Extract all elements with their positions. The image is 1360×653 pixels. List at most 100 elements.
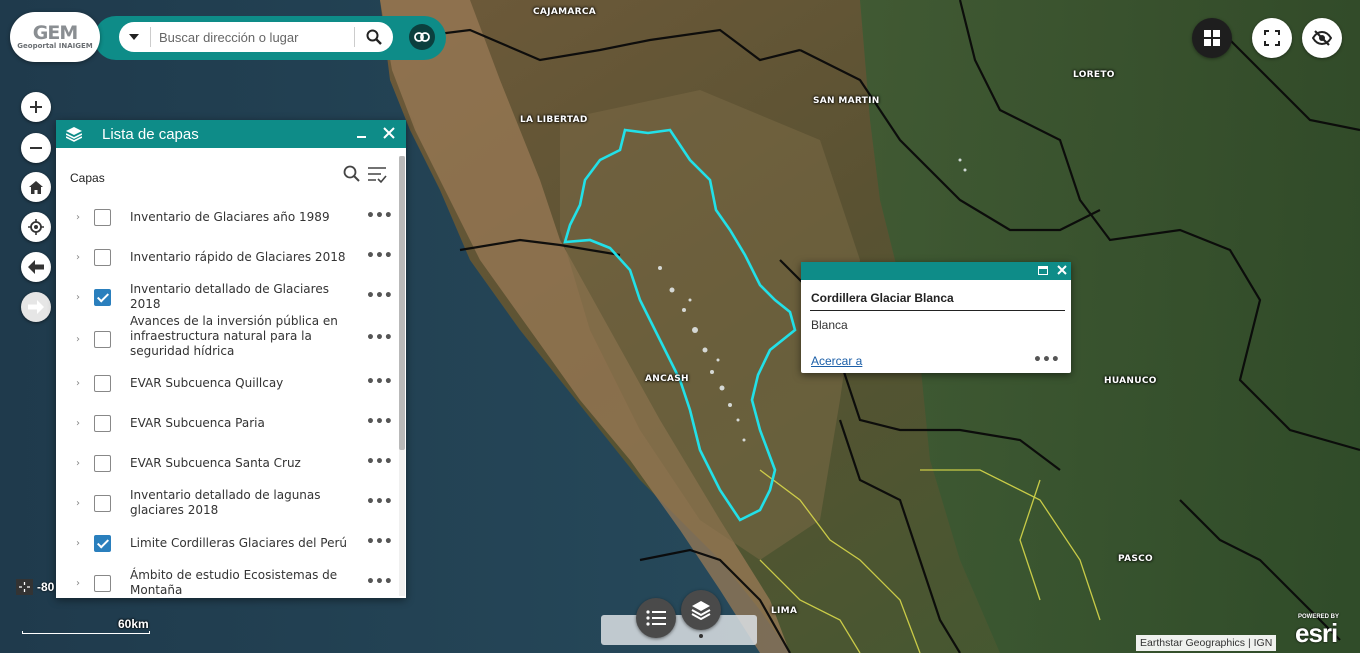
esri-logo[interactable]: POWERED BY esri xyxy=(1293,614,1355,650)
layer-name: Ámbito de estudio Ecosistemas de Montaña xyxy=(130,568,338,597)
chevron-right-icon[interactable]: › xyxy=(76,418,80,429)
layer-name: Inventario detallado de Glaciares 2018 xyxy=(130,282,329,311)
layer-visibility-checkbox[interactable] xyxy=(94,375,111,392)
previous-extent-button[interactable] xyxy=(21,252,51,282)
layer-options-button[interactable]: ••• xyxy=(366,248,393,264)
minimize-button[interactable] xyxy=(354,123,370,143)
layers-icon xyxy=(66,127,82,142)
zoom-out-button[interactable] xyxy=(21,133,51,163)
layer-visibility-checkbox[interactable] xyxy=(94,209,111,226)
layer-visibility-checkbox[interactable] xyxy=(94,331,111,348)
layer-visibility-checkbox[interactable] xyxy=(94,535,111,552)
scale-bar-line xyxy=(22,631,150,634)
chevron-right-icon[interactable]: › xyxy=(76,578,80,589)
locate-button[interactable] xyxy=(21,212,51,242)
share-link-button[interactable] xyxy=(409,24,435,50)
popup-more-button[interactable]: ••• xyxy=(1033,352,1060,368)
layer-visibility-checkbox[interactable] xyxy=(94,415,111,432)
layer-panel-header[interactable]: Lista de capas xyxy=(56,120,406,148)
layer-options-button[interactable]: ••• xyxy=(366,330,393,346)
layer-name: EVAR Subcuenca Santa Cruz xyxy=(130,456,301,470)
toggle-visibility-button[interactable] xyxy=(1302,18,1342,58)
layer-options-button[interactable]: ••• xyxy=(366,208,393,224)
region-label-lima: LIMA xyxy=(771,606,798,616)
layer-row[interactable]: › Avances de la inversión pública en infr… xyxy=(56,314,400,360)
arrow-right-icon xyxy=(28,300,44,314)
top-bar: GEM Geoportal INAIGEM xyxy=(8,12,446,62)
close-icon xyxy=(1057,265,1067,275)
layer-row[interactable]: › Inventario detallado de Glaciares 2018 •… xyxy=(56,278,400,318)
map-attribution[interactable]: Earthstar Geographics | IGN xyxy=(1136,635,1277,651)
layer-options-button[interactable]: ••• xyxy=(366,374,393,390)
search-input[interactable] xyxy=(159,22,349,52)
layers-icon xyxy=(691,601,711,620)
layer-options-button[interactable] xyxy=(367,165,389,187)
chevron-right-icon[interactable]: › xyxy=(76,458,80,469)
layer-row[interactable]: › Inventario rápido de Glaciares 2018 ••• xyxy=(56,238,400,278)
layer-options-button[interactable]: ••• xyxy=(366,574,393,590)
zoom-in-button[interactable] xyxy=(21,92,51,122)
next-extent-button[interactable] xyxy=(21,292,51,322)
scrollbar-thumb[interactable] xyxy=(399,156,405,450)
home-button[interactable] xyxy=(21,172,51,202)
maximize-icon[interactable] xyxy=(1038,266,1048,275)
layers-button[interactable] xyxy=(681,590,721,630)
layer-visibility-checkbox[interactable] xyxy=(94,575,111,592)
region-label-pasco: PASCO xyxy=(1118,554,1153,564)
layer-toolbar: Capas xyxy=(56,156,396,196)
layer-name: Avances de la inversión pública en infra… xyxy=(130,314,338,358)
popup-close-button[interactable] xyxy=(1055,261,1069,279)
layer-row[interactable]: › EVAR Subcuenca Quillcay ••• xyxy=(56,364,400,404)
chevron-right-icon[interactable]: › xyxy=(76,538,80,549)
layer-row[interactable]: › Inventario de Glaciares año 1989 ••• xyxy=(56,198,400,238)
layer-options-button[interactable]: ••• xyxy=(366,494,393,510)
popup-title: Cordillera Glaciar Blanca xyxy=(811,291,954,305)
search-icon xyxy=(343,165,360,182)
layer-options-button[interactable]: ••• xyxy=(366,454,393,470)
chevron-right-icon[interactable]: › xyxy=(76,498,80,509)
minus-icon xyxy=(30,147,42,149)
chevron-right-icon[interactable]: › xyxy=(76,334,80,345)
layer-row[interactable]: › Inventario detallado de lagunas glaciar… xyxy=(56,484,400,524)
chevron-right-icon[interactable]: › xyxy=(76,292,80,303)
layer-visibility-checkbox[interactable] xyxy=(94,495,111,512)
plus-icon xyxy=(30,101,42,113)
crosshair-icon[interactable] xyxy=(16,579,33,595)
layer-options-button[interactable]: ••• xyxy=(366,414,393,430)
list-icon xyxy=(646,610,666,626)
close-button[interactable] xyxy=(380,124,398,142)
layer-row[interactable]: › Limite Cordilleras Glaciares del Perú ••… xyxy=(56,524,400,564)
layer-options-button[interactable]: ••• xyxy=(366,534,393,550)
layer-options-button[interactable]: ••• xyxy=(366,288,393,304)
layer-row[interactable]: › Ámbito de estudio Ecosistemas de Montañ… xyxy=(56,564,400,598)
legend-button[interactable] xyxy=(636,598,676,638)
zoom-to-link[interactable]: Acercar a xyxy=(811,354,862,368)
eye-slash-icon xyxy=(1312,30,1332,46)
chevron-right-icon[interactable]: › xyxy=(76,252,80,263)
layer-row[interactable]: › EVAR Subcuenca Santa Cruz ••• xyxy=(56,444,400,484)
close-icon xyxy=(383,127,395,139)
divider xyxy=(354,27,355,47)
search-button[interactable] xyxy=(359,22,389,52)
feature-popup: Cordillera Glaciar Blanca Blanca Acercar… xyxy=(801,262,1071,373)
search-source-dropdown[interactable] xyxy=(119,22,149,52)
locate-icon xyxy=(28,219,44,235)
layer-name: Inventario de Glaciares año 1989 xyxy=(130,210,330,224)
link-icon xyxy=(414,32,430,42)
layer-visibility-checkbox[interactable] xyxy=(94,249,111,266)
region-label-la-libertad: LA LIBERTAD xyxy=(520,115,588,125)
chevron-right-icon[interactable]: › xyxy=(76,378,80,389)
page-indicator-dot xyxy=(699,634,703,638)
layer-visibility-checkbox[interactable] xyxy=(94,455,111,472)
layer-list-scrollbar[interactable] xyxy=(399,156,405,596)
fullscreen-button[interactable] xyxy=(1252,18,1292,58)
coordinate-readout: -80 xyxy=(37,580,55,594)
layer-visibility-checkbox[interactable] xyxy=(94,289,111,306)
chevron-right-icon[interactable]: › xyxy=(76,212,80,223)
layer-panel-title: Lista de capas xyxy=(102,126,199,143)
fullscreen-icon xyxy=(1264,30,1280,46)
basemap-gallery-button[interactable] xyxy=(1192,18,1232,58)
app-logo[interactable]: GEM Geoportal INAIGEM xyxy=(10,12,100,62)
layer-row[interactable]: › EVAR Subcuenca Paria ••• xyxy=(56,404,400,444)
layer-search-button[interactable] xyxy=(343,165,363,185)
